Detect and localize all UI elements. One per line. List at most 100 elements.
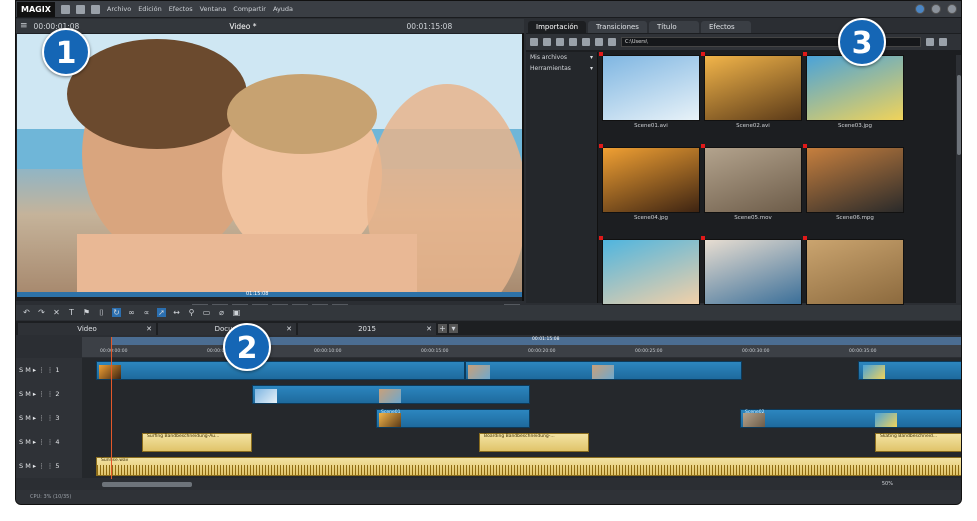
tab-2015[interactable]: 2015 ✕ [298, 323, 436, 335]
thumbnail-filename: Scene06.mpg [836, 215, 874, 221]
menu-efectos[interactable]: Efectos [169, 5, 193, 13]
audio-clip[interactable]: Sunrise.wav [96, 457, 961, 476]
pointer-icon[interactable]: ➚ [157, 308, 166, 317]
menu-icon[interactable]: ≡ [20, 21, 28, 31]
tab-importacion[interactable]: Importación [528, 21, 587, 33]
zoom-level[interactable]: 50% [882, 481, 893, 487]
paperclip-icon[interactable]: ⌀ [217, 308, 226, 317]
track-lane[interactable]: Sunrise.wav [82, 454, 961, 478]
video-clip[interactable]: Scene01 [376, 409, 530, 428]
grid-view-icon[interactable] [939, 38, 947, 46]
close-icon[interactable]: ✕ [146, 323, 152, 335]
marker-icon[interactable]: ⚑ [82, 308, 91, 317]
cut-tool-icon[interactable]: ▭ [202, 308, 211, 317]
sidebar-item-mis-archivos[interactable]: Mis archivos ▾ [526, 52, 597, 63]
clip-thumbnail [875, 413, 897, 427]
close-icon[interactable] [947, 4, 957, 14]
unlink-icon[interactable]: ∝ [142, 308, 151, 317]
tab-titulo[interactable]: Título [648, 21, 699, 33]
track-header[interactable]: S M ▸ ⋮ ⋮ 3 [16, 406, 82, 430]
timeline-ruler[interactable]: 00:01:15:08 00:00:00:00 00:00:05:00 00:00:… [82, 337, 961, 357]
media-thumbnail[interactable]: Scene06.mpg [803, 144, 904, 227]
clip-label: Sunrise.wav [101, 458, 129, 463]
video-clip[interactable] [465, 361, 742, 380]
insert-icon[interactable]: ⌷ [97, 308, 106, 317]
clip-thumbnail [379, 413, 401, 427]
gear-icon[interactable] [595, 38, 603, 46]
close-icon[interactable]: ✕ [426, 323, 432, 335]
add-tab-icon[interactable]: + [438, 324, 447, 333]
preview-photo [17, 34, 522, 292]
undo-icon[interactable]: ↶ [22, 308, 31, 317]
video-clip[interactable] [252, 385, 530, 404]
audio-clip[interactable]: Boarding Bandbeschneidung-... [479, 433, 589, 452]
up-folder-icon[interactable] [608, 38, 616, 46]
audio-clip[interactable]: Skating Bandbeschneid... [875, 433, 961, 452]
list-icon[interactable] [582, 38, 590, 46]
video-clip[interactable] [96, 361, 465, 380]
track-header[interactable]: S M ▸ ⋮ ⋮ 5 [16, 454, 82, 478]
sort-icon[interactable] [926, 38, 934, 46]
playhead[interactable] [111, 337, 112, 479]
menu-compartir[interactable]: Compartir [233, 5, 266, 13]
media-sidebar: Mis archivos ▾ Herramientas ▾ [526, 52, 598, 303]
ruler-tick-label: 00:00:10:00 [314, 349, 342, 354]
text-icon[interactable]: T [67, 308, 76, 317]
audio-clip[interactable]: Surfing Bandbeschneidung-Au... [142, 433, 252, 452]
settings-icon[interactable] [915, 4, 925, 14]
help-icon[interactable] [931, 4, 941, 14]
track-lane[interactable] [82, 358, 961, 382]
preview-position-bar[interactable] [17, 292, 522, 297]
scroll-thumb[interactable] [102, 482, 192, 487]
sidebar-item-herramientas[interactable]: Herramientas ▾ [526, 63, 597, 74]
tab-menu-icon[interactable]: ▾ [449, 324, 458, 333]
selection-marker [701, 52, 705, 56]
thumbnail-image [806, 147, 904, 213]
delete-icon[interactable]: ✕ [52, 308, 61, 317]
timeline-scrollbar[interactable]: 50% [82, 480, 961, 489]
clip-thumbnail [99, 365, 121, 379]
media-thumbnail[interactable]: Scene04.jpg [599, 144, 700, 227]
link-icon[interactable]: ∞ [127, 308, 136, 317]
track-5: S M ▸ ⋮ ⋮ 5 Sunrise.wav [16, 454, 961, 478]
stretch-icon[interactable]: ↔ [172, 308, 181, 317]
new-file-icon[interactable] [60, 4, 70, 14]
close-icon[interactable]: ✕ [286, 323, 292, 335]
tab-transiciones[interactable]: Transiciones [588, 21, 647, 33]
preview-monitor: ≡ 00:00:01:08 Video * 00:01:15:08 01:15:… [16, 19, 524, 321]
media-thumbnail[interactable]: Scene02.avi [701, 52, 802, 135]
forward-icon[interactable] [543, 38, 551, 46]
track-header[interactable]: S M ▸ ⋮ ⋮ 4 [16, 430, 82, 454]
track-header[interactable]: S M ▸ ⋮ ⋮ 2 [16, 382, 82, 406]
media-thumbnail[interactable]: Scene05.mov [701, 144, 802, 227]
media-thumbnail[interactable]: Scene03.jpg [803, 52, 904, 135]
track-lane[interactable] [82, 382, 961, 406]
back-icon[interactable] [530, 38, 538, 46]
open-folder-icon[interactable] [75, 4, 85, 14]
tab-efectos[interactable]: Efectos [700, 21, 751, 33]
video-clip[interactable] [858, 361, 961, 380]
scroll-thumb[interactable] [957, 75, 961, 155]
video-clip[interactable]: Scene02 [740, 409, 961, 428]
menu-archivo[interactable]: Archivo [107, 5, 131, 13]
ruler-tick-label: 00:00:30:00 [742, 349, 770, 354]
loop-icon[interactable]: ↻ [112, 308, 121, 317]
folder-tree-icon[interactable] [556, 38, 564, 46]
menu-edicion[interactable]: Edición [138, 5, 162, 13]
thumbnail-image [704, 239, 802, 305]
media-thumbnail[interactable]: Scene01.avi [599, 52, 700, 135]
selection-marker [803, 144, 807, 148]
binoculars-icon[interactable] [569, 38, 577, 46]
save-icon[interactable] [90, 4, 100, 14]
zoom-tool-icon[interactable]: ⚲ [187, 308, 196, 317]
redo-icon[interactable]: ↷ [37, 308, 46, 317]
ruler-tick-label: 00:00:00:00 [100, 349, 128, 354]
track-lane[interactable]: Surfing Bandbeschneidung-Au... Boarding … [82, 430, 961, 454]
media-scrollbar[interactable] [956, 55, 961, 303]
menu-ventana[interactable]: Ventana [200, 5, 227, 13]
tab-video[interactable]: Video ✕ [18, 323, 156, 335]
menu-ayuda[interactable]: Ayuda [273, 5, 293, 13]
snapshot-icon[interactable]: ▣ [232, 308, 241, 317]
track-lane[interactable]: Scene01 Scene02 [82, 406, 961, 430]
track-header[interactable]: S M ▸ ⋮ ⋮ 1 [16, 358, 82, 382]
